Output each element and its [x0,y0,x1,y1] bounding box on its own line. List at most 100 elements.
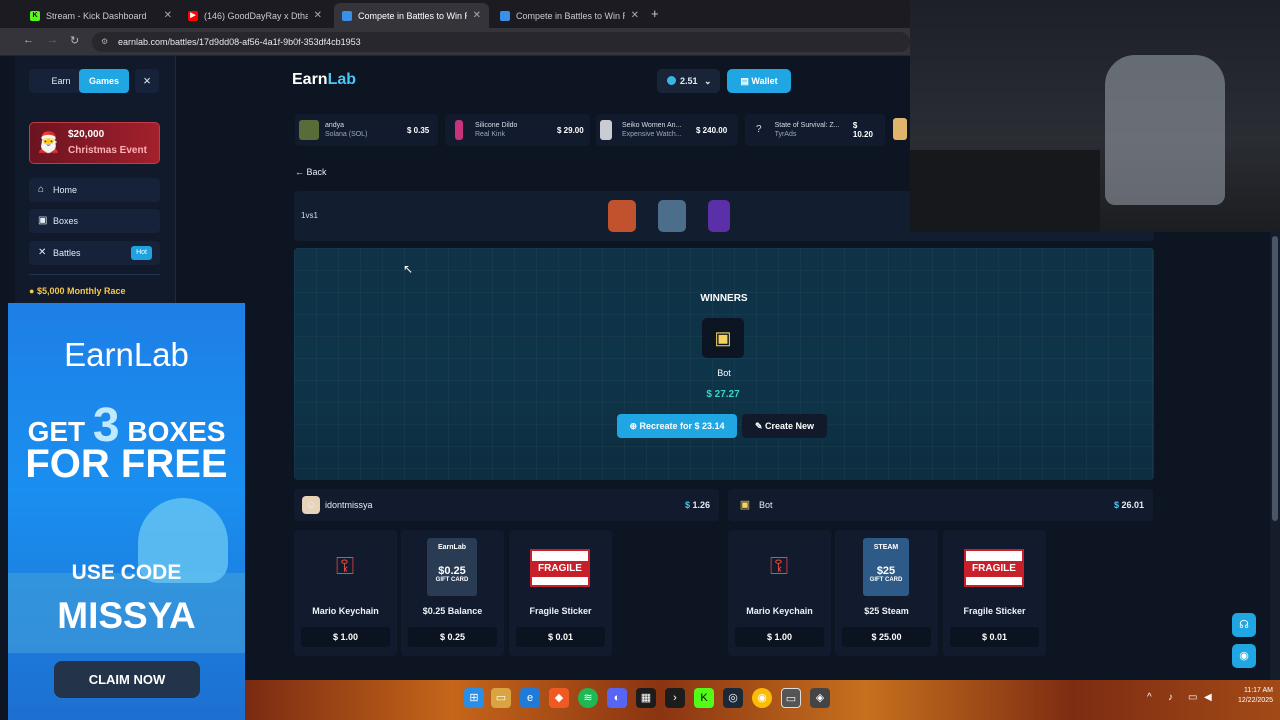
reload-icon[interactable]: ↻ [70,34,79,47]
chat-bubble-icon[interactable]: ◉ [1232,644,1256,668]
app-icon[interactable]: ◈ [810,688,830,708]
gift-card-label: GIFT CARD [435,577,469,583]
chrome-icon[interactable]: ◉ [752,688,772,708]
back-link[interactable]: ← Back [295,167,327,177]
swords-icon: ✕ [38,247,47,258]
sticker-text: FRAGILE [966,561,1022,577]
promo-use-code: USE CODE [71,561,182,584]
app-icon[interactable]: ▦ [636,688,656,708]
create-new-button[interactable]: ✎ Create New [742,414,827,438]
won-item-card[interactable]: ⚿ Mario Keychain $ 1.00 [294,530,397,656]
case-icon[interactable] [608,200,636,232]
start-icon[interactable]: ⊞ [464,688,484,708]
scrollbar-thumb[interactable] [1272,236,1278,521]
steam-icon[interactable]: ◎ [723,688,743,708]
sidebar-close-button[interactable]: × [135,69,159,93]
item-name: Mario Keychain [746,606,813,616]
won-item-card[interactable]: EarnLab $0.25 GIFT CARD $0.25 Balance $ … [401,530,504,656]
bot-avatar-icon: ▣ [702,318,744,358]
close-tab-icon[interactable]: ✕ [631,10,639,21]
microphone-icon[interactable]: ♪ [1168,692,1173,703]
drop-subtitle: TyrAds [774,131,797,138]
live-drop-item[interactable]: andya Solana (SOL) $ 0.35 [295,114,438,146]
item-name: Fragile Sticker [529,606,592,616]
grid-background [294,248,1154,480]
page-scrollbar[interactable] [1270,232,1280,680]
volume-icon[interactable]: ◀ [1204,692,1212,703]
wallet-button[interactable]: ▤ Wallet [727,69,791,93]
won-item-card[interactable]: ⚿ Mario Keychain $ 1.00 [728,530,831,656]
sidebar-item-label: Boxes [53,216,79,226]
create-new-label: Create New [765,421,815,431]
winner-name: Bot [717,368,731,378]
back-arrow-icon[interactable]: ← [23,34,34,46]
browser-tab[interactable]: ▶ (146) GoodDayRay x Dthang G... ✕ [180,3,330,28]
browser-tab[interactable]: K Stream - Kick Dashboard ✕ [22,3,180,28]
monthly-race-link[interactable]: ● $5,000 Monthly Race [29,286,126,296]
promo-overlay[interactable]: EarnLab GET 3 BOXES FOR FREE USE CODE MI… [8,303,245,720]
recreate-button[interactable]: ⊕ Recreate for $ 23.14 [617,414,737,438]
drop-thumbnail [893,118,907,140]
earnlab-favicon-icon [342,10,352,21]
discord-icon[interactable]: ◐ [607,688,627,708]
browser-tab-active[interactable]: Compete in Battles to Win Rew... ✕ [334,3,489,28]
plus-circle-icon: ⊕ [629,421,637,431]
new-tab-icon[interactable]: + [651,6,659,21]
gift-card-image: EarnLab $0.25 GIFT CARD [427,538,477,596]
claim-now-button[interactable]: CLAIM NOW [54,661,200,698]
earnlab-logo[interactable]: EarnLab [292,71,356,89]
item-price: $ 0.25 [408,627,497,647]
live-drop-item[interactable]: Seiko Women An... Expensive Watch... $ 24… [596,114,738,146]
active-app-icon[interactable]: ▭ [781,688,801,708]
youtube-icon: ▶ [188,10,198,21]
drop-thumbnail [299,120,319,140]
christmas-event-banner[interactable]: 🎅 $20,000 Christmas Event [29,122,160,164]
case-icon[interactable] [708,200,730,232]
won-item-card[interactable]: FRAGILE Fragile Sticker $ 0.01 [509,530,612,656]
sidebar-item-battles[interactable]: ✕ Battles Hot [29,241,160,265]
url-field[interactable]: ⚙ earnlab.com/battles/17d9dd08-af56-4a1f… [92,32,910,52]
won-item-card[interactable]: FRAGILE Fragile Sticker $ 0.01 [943,530,1046,656]
wallet-label: Wallet [751,76,778,86]
santa-icon: 🎅 [36,132,61,154]
file-explorer-icon[interactable]: ▭ [491,688,511,708]
spotify-icon[interactable]: ≋ [578,688,598,708]
url-text: earnlab.com/battles/17d9dd08-af56-4a1f-9… [118,37,361,47]
live-drop-item[interactable]: ? State of Survival: Z... TyrAds $ 10.20 [745,114,885,146]
site-info-icon[interactable]: ⚙ [101,37,108,46]
drop-price: $ 29.00 [557,125,584,135]
forward-arrow-icon[interactable]: → [47,34,58,46]
live-drop-item[interactable]: Silicone Dildo Real Kink $ 29.00 [445,114,590,146]
close-tab-icon[interactable]: ✕ [314,10,322,21]
terminal-icon[interactable]: › [665,688,685,708]
player-bar: ☺ idontmissya $ 1.26 [294,489,719,521]
player-name: Bot [759,500,773,510]
browser-tab[interactable]: Compete in Battles to Win Rew... ✕ [492,3,647,28]
coin-icon [667,76,676,85]
sticker-text: FRAGILE [532,561,588,577]
promo-code: MISSYA [57,595,196,636]
brave-icon[interactable]: ◆ [549,688,569,708]
balance-dropdown[interactable]: 2.51 ⌄ [657,69,720,93]
event-amount: $20,000 [68,129,105,140]
sidebar-item-home[interactable]: ⌂ Home [29,178,160,202]
kick-app-icon[interactable]: K [694,688,714,708]
race-label: $5,000 Monthly Race [36,286,126,296]
network-icon[interactable]: ▭ [1188,692,1197,703]
webcam-overlay [910,0,1280,232]
won-item-card[interactable]: STEAM $25 GIFT CARD $25 Steam $ 25.00 [835,530,938,656]
tab-title: (146) GoodDayRay x Dthang G... [204,10,308,21]
taskbar-clock[interactable]: 11:17 AM 12/22/2025 [1223,686,1273,706]
close-tab-icon[interactable]: ✕ [164,10,172,21]
pencil-icon: ✎ [754,421,763,431]
segment-games[interactable]: Games [79,69,129,93]
sidebar-item-boxes[interactable]: ▣ Boxes [29,209,160,233]
player-name: idontmissya [325,500,373,510]
close-tab-icon[interactable]: ✕ [473,10,481,21]
case-icon[interactable] [658,200,686,232]
support-headset-icon[interactable]: ☊ [1232,613,1256,637]
gift-card-brand: STEAM [873,544,899,551]
question-icon: ? [749,120,769,140]
tray-chevron-icon[interactable]: ^ [1147,692,1152,703]
edge-icon[interactable]: e [520,688,540,708]
